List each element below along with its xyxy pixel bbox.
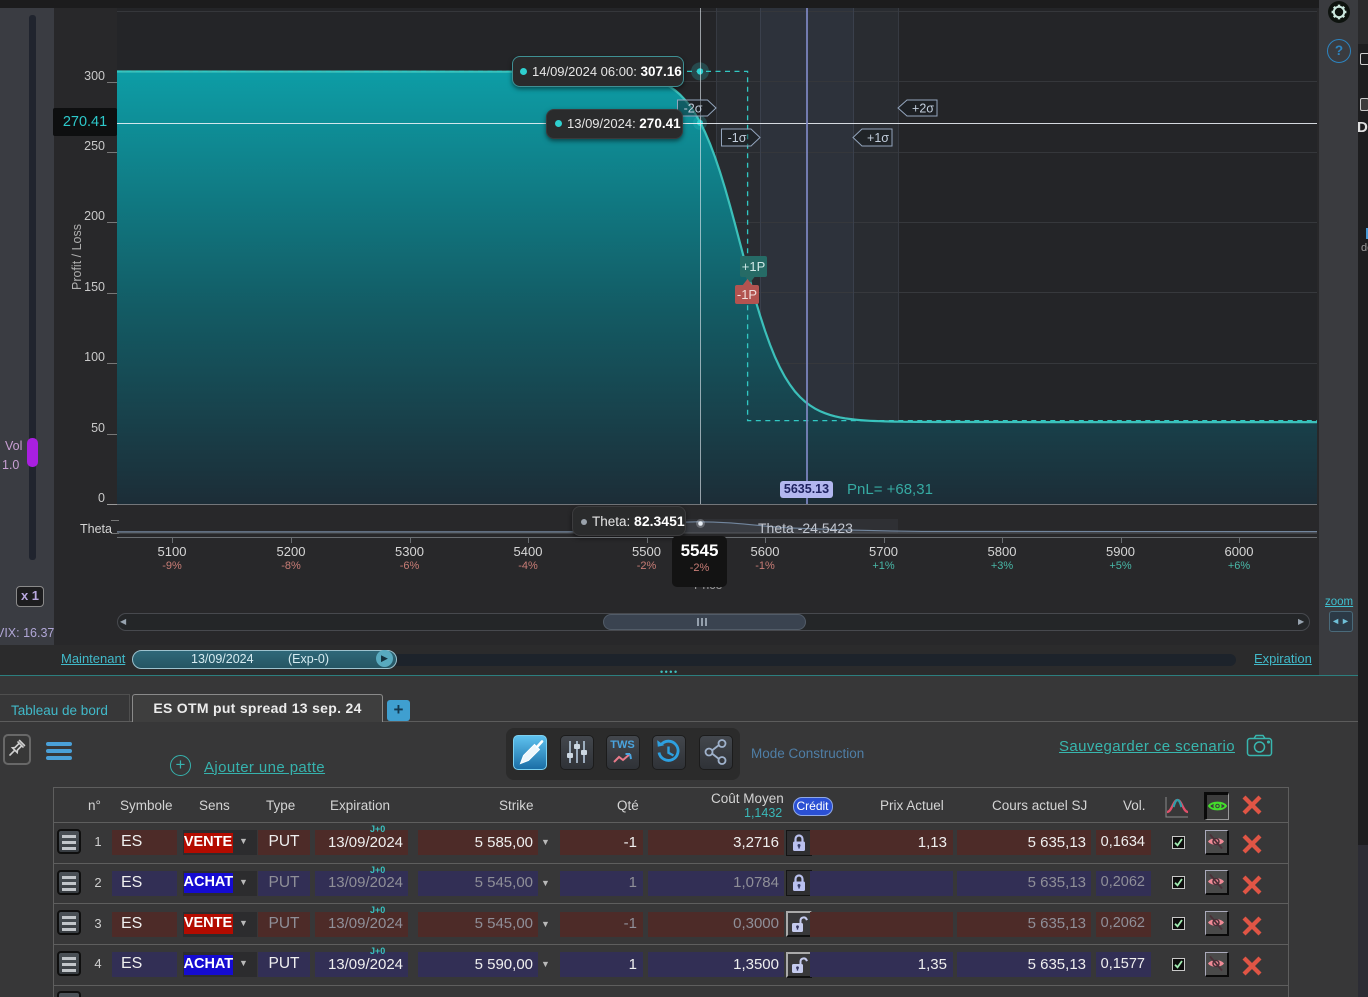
svg-text:-2σ: -2σ xyxy=(684,102,703,116)
svg-text:-1σ: -1σ xyxy=(728,131,747,145)
svg-text:+1σ: +1σ xyxy=(867,131,889,145)
svg-text:+2σ: +2σ xyxy=(912,102,934,116)
